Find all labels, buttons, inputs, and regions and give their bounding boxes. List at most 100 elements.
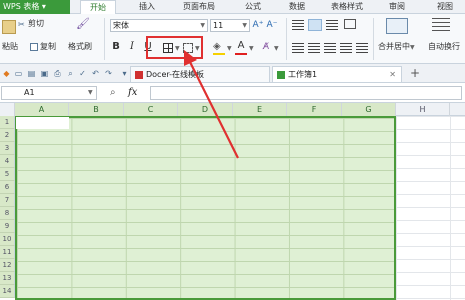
row-header[interactable]: 11 (0, 246, 15, 259)
font-color-button[interactable]: A (235, 40, 247, 52)
column-header-a[interactable]: A (15, 103, 69, 116)
doc-tab-label: Docer-在线模板 (146, 70, 205, 79)
distributed-icon[interactable] (356, 43, 368, 53)
row-header[interactable]: 1 (0, 116, 15, 129)
format-painter-button[interactable]: 格式刷 (68, 42, 92, 52)
row-header[interactable]: 4 (0, 155, 15, 168)
ribbon-divider (104, 18, 105, 60)
chevron-down-icon[interactable]: ▾ (120, 69, 129, 78)
font-name-select[interactable]: 宋体 ▼ (110, 19, 208, 32)
ribbon-toolbar: 粘贴 ✂ 剪切 复制 🖌 格式刷 宋体 ▼ 11 ▼ A⁺ A⁻ B I U ▼ ▼… (0, 14, 465, 64)
justify-icon[interactable] (340, 43, 352, 53)
tab-page-layout[interactable]: 页面布局 (176, 0, 222, 14)
format-painter-icon[interactable]: 🖌 (76, 17, 90, 31)
chevron-down-icon[interactable]: ▼ (88, 89, 93, 96)
active-cell[interactable] (16, 117, 69, 129)
save-icon[interactable]: ▣ (40, 69, 49, 78)
tab-review[interactable]: 审阅 (382, 0, 412, 14)
paste-button[interactable]: 粘贴 (2, 42, 18, 52)
wrap-text-icon[interactable] (432, 18, 450, 34)
wrap-grid-icon[interactable] (344, 19, 356, 29)
merge-center-icon[interactable] (386, 18, 408, 34)
column-header-row: A B C D E F G H (0, 103, 465, 116)
align-top-icon[interactable] (292, 20, 304, 30)
row-header[interactable]: 9 (0, 220, 15, 233)
merge-center-button[interactable]: 合并居中▼ (378, 42, 415, 53)
chevron-down-icon[interactable]: ▼ (274, 45, 279, 52)
align-left-icon[interactable] (292, 43, 304, 53)
formula-input[interactable] (150, 86, 462, 100)
spreadsheet-icon (277, 70, 285, 79)
copy-icon[interactable] (30, 43, 38, 51)
wps-logo-icon[interactable]: ◆ (2, 69, 11, 78)
undo-icon[interactable]: ↶ (91, 69, 100, 78)
print-icon[interactable]: ⎙ (53, 69, 62, 78)
zoom-search-icon[interactable]: ⌕ (110, 87, 116, 99)
row-header[interactable]: 13 (0, 272, 15, 285)
copy-button[interactable]: 复制 (40, 42, 56, 52)
close-icon[interactable]: ✕ (389, 67, 396, 82)
redo-icon[interactable]: ↷ (104, 69, 113, 78)
align-center-icon[interactable] (308, 43, 320, 53)
paste-icon[interactable] (2, 20, 16, 34)
align-bottom-icon[interactable] (326, 20, 338, 30)
spellcheck-icon[interactable]: ✓ (78, 69, 87, 78)
selected-cell-range[interactable] (15, 116, 396, 300)
tab-formulas[interactable]: 公式 (238, 0, 268, 14)
chevron-down-icon: ▼ (242, 22, 247, 29)
tab-insert[interactable]: 插入 (132, 0, 162, 14)
tab-table-styles[interactable]: 表格样式 (324, 0, 370, 14)
doc-tab-docer[interactable]: Docer-在线模板 (130, 66, 270, 82)
font-color-swatch (235, 53, 247, 55)
column-header-c[interactable]: C (124, 103, 178, 116)
doc-tab-label: 工作簿1 (288, 70, 318, 79)
row-header[interactable]: 12 (0, 259, 15, 272)
name-box[interactable]: A1 (1, 86, 97, 100)
increase-font-icon[interactable]: A⁺ (252, 19, 264, 31)
row-header[interactable]: 7 (0, 194, 15, 207)
formula-bar: A1 ▼ ⌕ fx (0, 83, 465, 103)
tab-view[interactable]: 视图 (430, 0, 460, 14)
decrease-font-icon[interactable]: A⁻ (266, 19, 278, 31)
column-header-g[interactable]: G (342, 103, 396, 116)
align-middle-icon[interactable] (308, 19, 322, 31)
font-size-select[interactable]: 11 ▼ (210, 19, 250, 32)
row-header[interactable]: 6 (0, 181, 15, 194)
italic-button[interactable]: I (126, 41, 138, 53)
open-folder-icon[interactable]: ▤ (27, 69, 36, 78)
column-header-d[interactable]: D (178, 103, 233, 116)
scissors-icon[interactable]: ✂ (18, 20, 26, 29)
bold-button[interactable]: B (110, 41, 122, 53)
new-file-icon[interactable]: ▭ (14, 69, 23, 78)
print-preview-icon[interactable]: ⌕ (66, 69, 75, 78)
clear-format-icon[interactable]: A̸ (260, 41, 272, 53)
doc-tab-workbook[interactable]: 工作簿1 ✕ (272, 66, 402, 82)
font-name-value: 宋体 (113, 21, 129, 30)
chevron-down-icon[interactable]: ▼ (249, 45, 254, 52)
tab-data[interactable]: 数据 (282, 0, 312, 14)
row-header[interactable]: 2 (0, 129, 15, 142)
app-menu-button[interactable]: WPS 表格 ▾ (0, 0, 70, 14)
row-header[interactable]: 10 (0, 233, 15, 246)
select-all-corner[interactable] (0, 103, 15, 116)
fill-color-icon[interactable]: ◈ (213, 41, 225, 53)
tab-home[interactable]: 开始 (80, 0, 116, 14)
chevron-down-icon: ▼ (410, 44, 415, 51)
row-header[interactable]: 14 (0, 285, 15, 298)
align-right-icon[interactable] (324, 43, 336, 53)
column-header-f[interactable]: F (287, 103, 342, 116)
row-header[interactable]: 3 (0, 142, 15, 155)
row-header[interactable]: 8 (0, 207, 15, 220)
ribbon-divider (286, 18, 287, 60)
column-header-h[interactable]: H (396, 103, 450, 116)
cell-grid[interactable] (396, 116, 465, 300)
new-tab-plus-icon[interactable]: + (410, 66, 420, 80)
chevron-down-icon[interactable]: ▼ (227, 45, 232, 52)
column-header-b[interactable]: B (69, 103, 124, 116)
cut-button[interactable]: 剪切 (28, 19, 44, 29)
auto-wrap-button[interactable]: 自动换行 (428, 42, 460, 52)
column-header-e[interactable]: E (233, 103, 287, 116)
function-fx-button[interactable]: fx (128, 87, 137, 99)
row-header[interactable]: 5 (0, 168, 15, 181)
font-size-value: 11 (213, 21, 224, 30)
